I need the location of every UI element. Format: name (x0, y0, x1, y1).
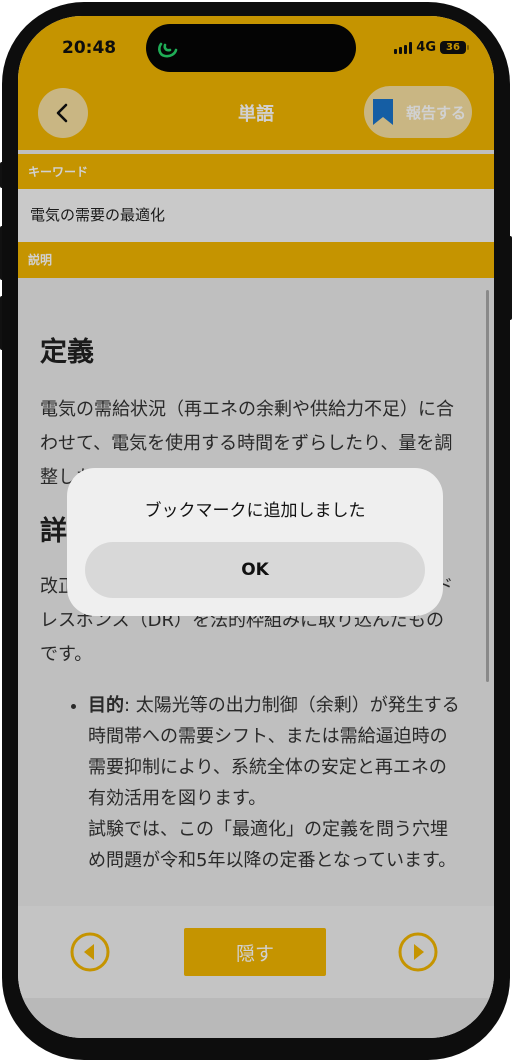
alert-dialog: ブックマークに追加しました OK (67, 468, 443, 616)
phone-frame: 20:48 4G 36 単語 報告する キーワード 電気の需要の最適化 説明 定… (0, 0, 512, 1062)
ok-button[interactable]: OK (85, 542, 425, 598)
alert-message: ブックマークに追加しました (144, 501, 366, 521)
screen: 20:48 4G 36 単語 報告する キーワード 電気の需要の最適化 説明 定… (18, 16, 494, 1038)
